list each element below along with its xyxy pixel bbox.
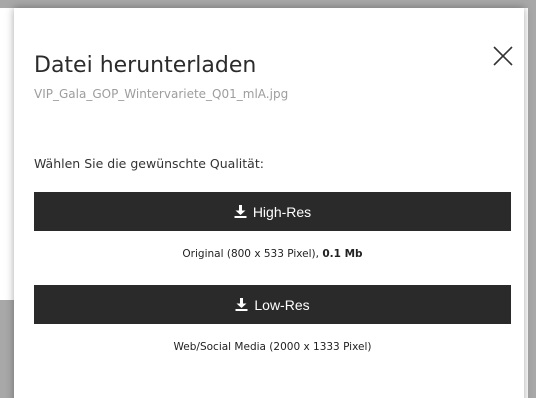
high-res-caption: Original (800 x 533 Pixel), 0.1 Mb	[34, 248, 511, 260]
high-res-dimensions: Original (800 x 533 Pixel),	[182, 248, 319, 260]
download-low-res-label: Low-Res	[254, 296, 310, 313]
dialog-title: Datei herunterladen	[34, 53, 257, 78]
download-high-res-button[interactable]: High-Res	[34, 192, 511, 231]
download-high-res-label: High-Res	[252, 203, 312, 220]
modal-backdrop	[0, 0, 536, 8]
low-res-caption: Web/Social Media (2000 x 1333 Pixel)	[173, 341, 372, 353]
file-name: VIP_Gala_GOP_Wintervariete_Q01_mlA.jpg	[34, 87, 289, 101]
close-icon	[493, 46, 513, 66]
download-icon	[235, 298, 248, 311]
download-dialog: Datei herunterladen VIP_Gala_GOP_Winterv…	[14, 8, 524, 398]
quality-prompt: Wählen Sie die gewünschte Qualität:	[34, 156, 264, 171]
high-res-filesize: 0.1 Mb	[322, 248, 363, 260]
download-icon	[234, 205, 247, 218]
modal-backdrop	[528, 0, 536, 398]
close-button[interactable]	[488, 41, 518, 71]
download-low-res-button[interactable]: Low-Res	[34, 285, 511, 324]
